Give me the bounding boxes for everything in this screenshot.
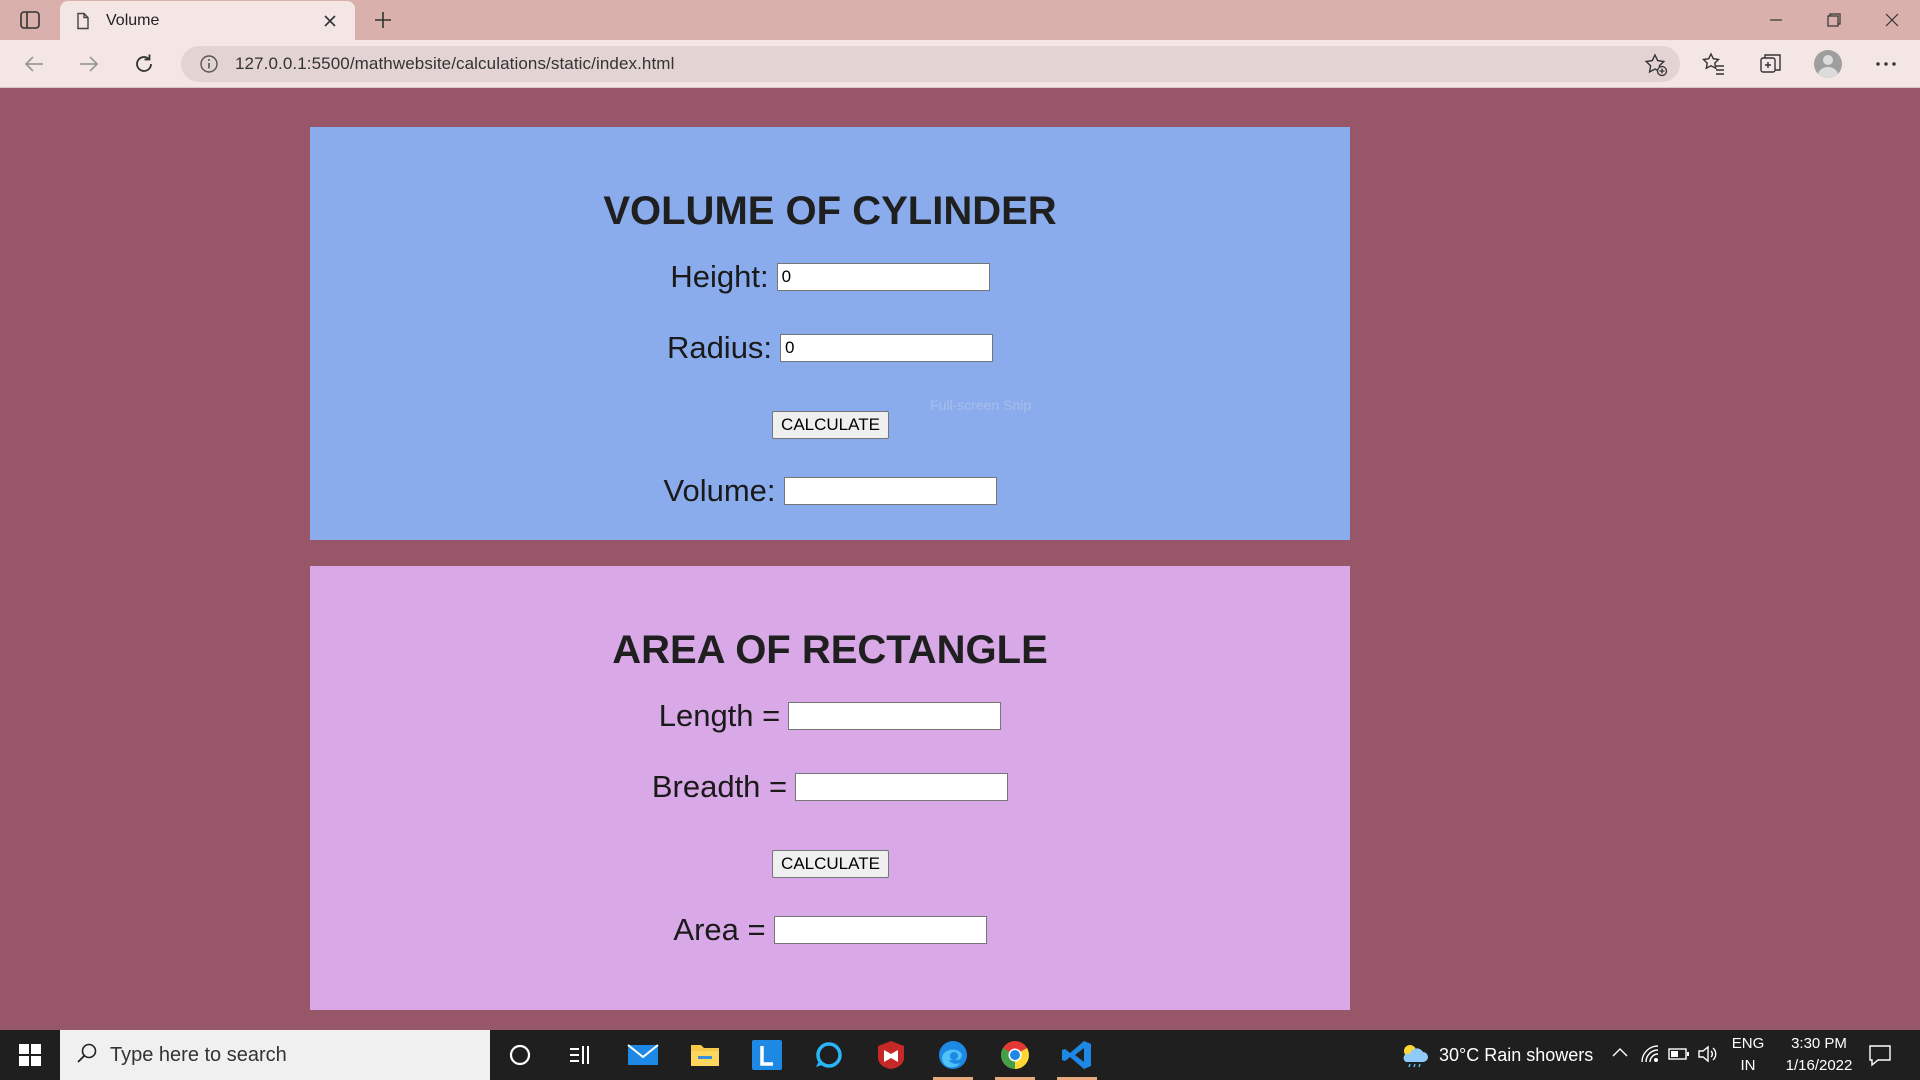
close-tab-icon[interactable] <box>319 10 341 32</box>
windows-start-icon[interactable] <box>0 1030 60 1080</box>
url-text[interactable]: 127.0.0.1:5500/mathwebsite/calculations/… <box>235 54 674 74</box>
language-top[interactable]: ENG <box>1731 1035 1765 1052</box>
rectangle-title: AREA OF RECTANGLE <box>612 628 1048 672</box>
tab-volume[interactable]: Volume <box>60 1 355 40</box>
site-info-icon[interactable] <box>199 54 219 74</box>
more-menu-icon[interactable] <box>1872 50 1900 78</box>
address-bar[interactable]: 127.0.0.1:5500/mathwebsite/calculations/… <box>181 46 1680 82</box>
radius-row: Radius: <box>310 330 1350 366</box>
cylinder-title: VOLUME OF CYLINDER <box>603 189 1057 233</box>
refresh-icon[interactable] <box>126 46 162 82</box>
vscode-icon[interactable] <box>1047 1030 1107 1080</box>
rectangle-panel: AREA OF RECTANGLE Length = Breadth = CAL… <box>310 566 1350 1010</box>
breadth-row: Breadth = <box>310 769 1350 805</box>
length-input[interactable] <box>788 702 1002 730</box>
tab-actions-icon[interactable] <box>14 8 46 32</box>
length-row: Length = <box>310 698 1350 734</box>
area-output[interactable] <box>773 916 987 944</box>
minimize-icon[interactable] <box>1748 0 1804 40</box>
breadth-label: Breadth = <box>651 769 788 804</box>
tab-bar: Volume <box>0 0 1920 40</box>
notifications-icon[interactable] <box>1868 1043 1892 1072</box>
area-label: Area = <box>673 912 766 947</box>
close-window-icon[interactable] <box>1864 0 1920 40</box>
breadth-input[interactable] <box>795 773 1009 801</box>
volume-output[interactable] <box>783 477 997 505</box>
chrome-icon[interactable] <box>985 1030 1045 1080</box>
length-label: Length = <box>658 698 781 733</box>
radius-input[interactable] <box>780 334 994 362</box>
clock-date[interactable]: 1/16/2022 <box>1771 1057 1867 1074</box>
forward-icon[interactable] <box>71 46 107 82</box>
battery-icon[interactable] <box>1668 1045 1690 1068</box>
height-row: Height: <box>310 259 1350 295</box>
volume-icon[interactable] <box>1697 1044 1719 1069</box>
show-hidden-icons-icon[interactable] <box>1611 1044 1629 1067</box>
snip-overlay-text: Full-screen Snip <box>930 397 1032 413</box>
l-app-icon[interactable] <box>737 1030 797 1080</box>
page-icon <box>74 12 92 30</box>
volume-row: Volume: <box>310 473 1350 509</box>
favorites-icon[interactable] <box>1700 50 1728 78</box>
network-icon[interactable] <box>1640 1044 1660 1069</box>
windows-taskbar: Type here to search 30°C Rain showers EN… <box>0 1030 1920 1080</box>
add-favorite-icon[interactable] <box>1644 53 1668 77</box>
profile-avatar[interactable] <box>1814 50 1842 78</box>
calculate-area-button[interactable]: CALCULATE <box>772 850 889 878</box>
cortana-icon[interactable] <box>490 1030 550 1080</box>
clock-time[interactable]: 3:30 PM <box>1771 1035 1867 1052</box>
search-placeholder: Type here to search <box>110 1043 287 1066</box>
weather-text[interactable]: 30°C Rain showers <box>1439 1045 1593 1066</box>
area-row: Area = <box>310 912 1350 948</box>
search-icon <box>76 1042 98 1069</box>
height-input[interactable] <box>776 263 990 291</box>
browser-toolbar: 127.0.0.1:5500/mathwebsite/calculations/… <box>0 40 1920 88</box>
weather-cloud-icon[interactable] <box>1400 1042 1428 1073</box>
calculate-volume-button[interactable]: CALCULATE <box>772 411 889 439</box>
file-explorer-icon[interactable] <box>675 1030 735 1080</box>
circle-app-icon[interactable] <box>799 1030 859 1080</box>
height-label: Height: <box>670 259 769 294</box>
new-tab-button[interactable] <box>368 5 398 35</box>
language-bottom[interactable]: IN <box>1731 1057 1765 1074</box>
radius-label: Radius: <box>666 330 773 365</box>
back-icon[interactable] <box>16 46 52 82</box>
edge-icon[interactable] <box>923 1030 983 1080</box>
task-view-icon[interactable] <box>550 1030 610 1080</box>
restore-icon[interactable] <box>1806 0 1862 40</box>
collections-icon[interactable] <box>1757 50 1785 78</box>
tab-title: Volume <box>106 11 160 29</box>
mcafee-icon[interactable] <box>861 1030 921 1080</box>
cylinder-panel: VOLUME OF CYLINDER Height: Radius: CALCU… <box>310 127 1350 540</box>
mail-icon[interactable] <box>613 1030 673 1080</box>
volume-label: Volume: <box>663 473 776 508</box>
taskbar-search-box[interactable]: Type here to search <box>60 1030 490 1080</box>
